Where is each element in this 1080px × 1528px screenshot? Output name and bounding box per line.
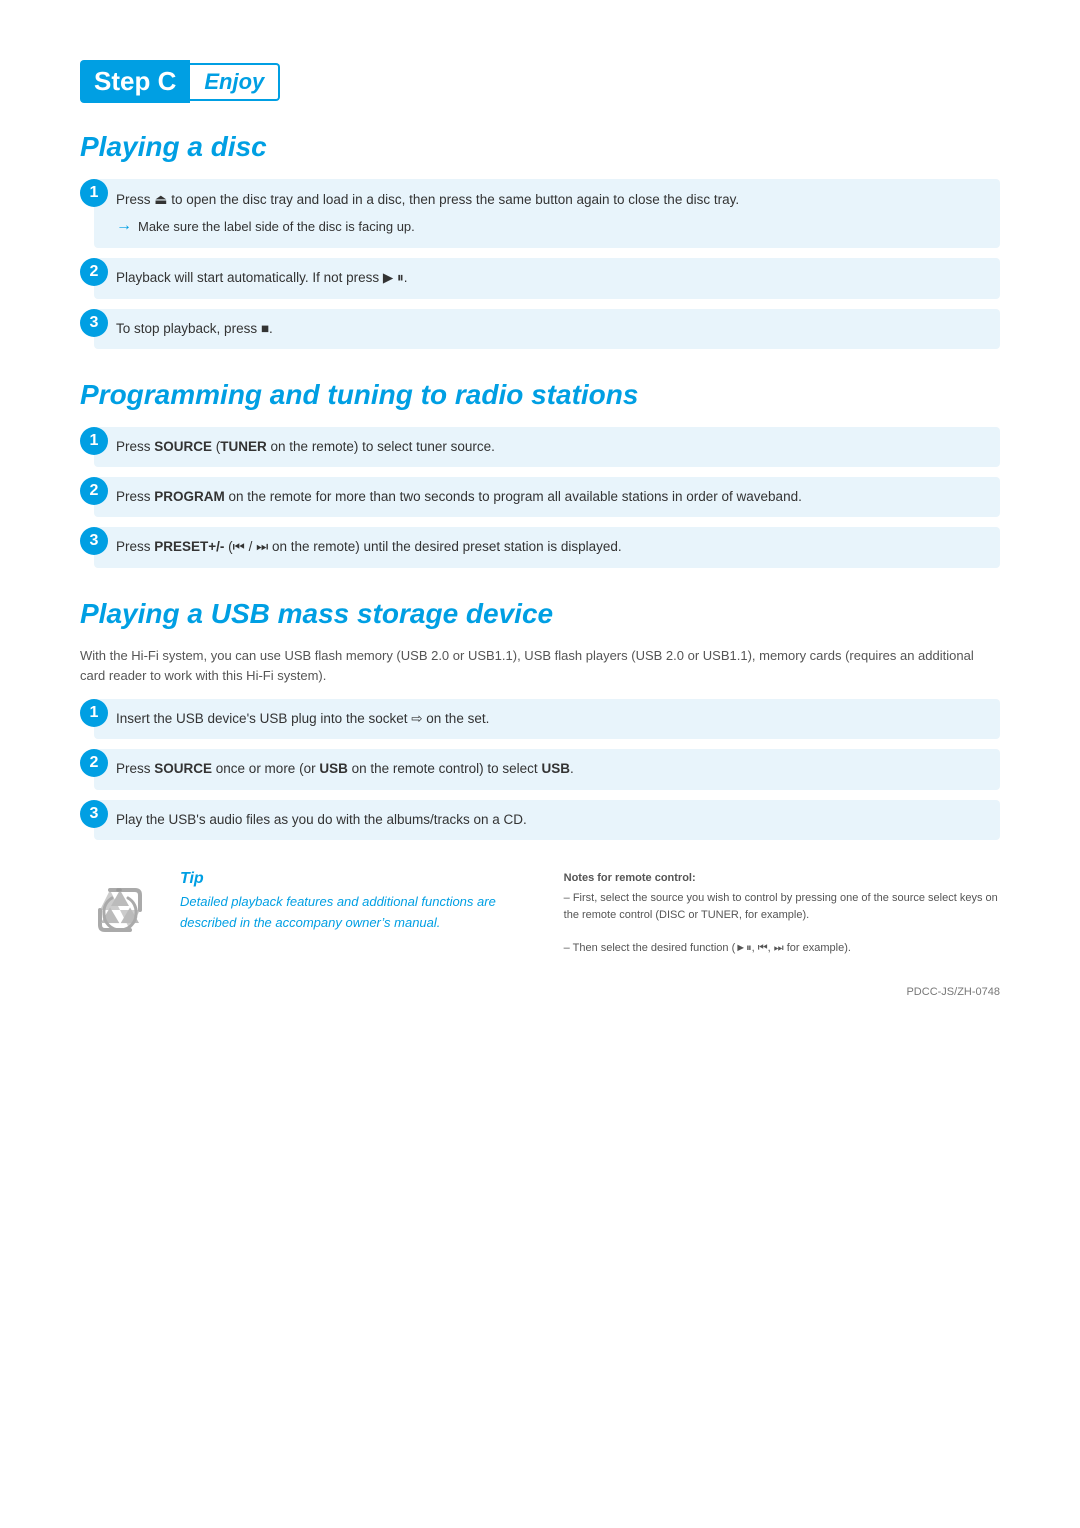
tip-notes-title: Notes for remote control: xyxy=(564,870,1000,887)
usb-section: Playing a USB mass storage device With t… xyxy=(80,598,1000,840)
disc-step2-text: Playback will start automatically. If no… xyxy=(116,270,407,285)
arrow-icon: → xyxy=(116,214,132,238)
prog-step-3: 3 Press PRESET+/- (⏮ / ⏭ on the remote) … xyxy=(80,527,1000,567)
tip-icon xyxy=(80,870,160,950)
programming-section: Programming and tuning to radio stations… xyxy=(80,379,1000,568)
tip-left-content: Tip Detailed playback features and addit… xyxy=(180,870,544,934)
playing-disc-title: Playing a disc xyxy=(80,131,1000,163)
tip-note1: – First, select the source you wish to c… xyxy=(564,890,1000,923)
usb-step-number-3: 3 xyxy=(80,800,108,828)
prog-step3-text: Press PRESET+/- (⏮ / ⏭ on the remote) un… xyxy=(116,539,622,554)
prog-step2-text: Press PROGRAM on the remote for more tha… xyxy=(116,489,802,504)
disc-step-3: 3 To stop playback, press ■. xyxy=(80,309,1000,349)
usb-step2-text: Press SOURCE once or more (or USB on the… xyxy=(116,761,574,776)
footer: PDCC-JS/ZH-0748 xyxy=(80,986,1000,998)
step-enjoy-label: Enjoy xyxy=(190,63,280,101)
usb-step3-text: Play the USB's audio files as you do wit… xyxy=(116,812,527,827)
usb-title: Playing a USB mass storage device xyxy=(80,598,1000,630)
disc-step1-note-text: Make sure the label side of the disc is … xyxy=(138,217,415,237)
tip-right-content: Notes for remote control: – First, selec… xyxy=(564,870,1000,957)
usb-step-2: 2 Press SOURCE once or more (or USB on t… xyxy=(80,749,1000,789)
usb-step1-text: Insert the USB device's USB plug into th… xyxy=(116,711,489,726)
usb-intro-text: With the Hi-Fi system, you can use USB f… xyxy=(80,646,1000,688)
tip-title: Tip xyxy=(180,870,544,888)
step-c-label: Step C xyxy=(80,60,190,103)
disc-step-2: 2 Playback will start automatically. If … xyxy=(80,258,1000,298)
footer-code: PDCC-JS/ZH-0748 xyxy=(906,986,1000,998)
usb-step-3: 3 Play the USB's audio files as you do w… xyxy=(80,800,1000,840)
disc-step1-note: → Make sure the label side of the disc i… xyxy=(116,214,986,238)
prog-step1-text: Press SOURCE (TUNER on the remote) to se… xyxy=(116,439,495,454)
prog-step-1: 1 Press SOURCE (TUNER on the remote) to … xyxy=(80,427,1000,467)
disc-step-number-3: 3 xyxy=(80,309,108,337)
disc-step-content-2: Playback will start automatically. If no… xyxy=(94,258,1000,298)
prog-step-number-1: 1 xyxy=(80,427,108,455)
disc-step3-text: To stop playback, press ■. xyxy=(116,321,273,336)
prog-step-content-3: Press PRESET+/- (⏮ / ⏭ on the remote) un… xyxy=(94,527,1000,567)
disc-step1-text: Press ⏏ to open the disc tray and load i… xyxy=(116,192,739,207)
disc-step-number-1: 1 xyxy=(80,179,108,207)
disc-step-content-3: To stop playback, press ■. xyxy=(94,309,1000,349)
usb-step-content-2: Press SOURCE once or more (or USB on the… xyxy=(94,749,1000,789)
usb-step-content-1: Insert the USB device's USB plug into th… xyxy=(94,699,1000,739)
usb-step-content-3: Play the USB's audio files as you do wit… xyxy=(94,800,1000,840)
usb-step-1: 1 Insert the USB device's USB plug into … xyxy=(80,699,1000,739)
playing-disc-section: Playing a disc 1 Press ⏏ to open the dis… xyxy=(80,131,1000,349)
prog-step-content-2: Press PROGRAM on the remote for more tha… xyxy=(94,477,1000,517)
prog-step-2: 2 Press PROGRAM on the remote for more t… xyxy=(80,477,1000,517)
programming-title: Programming and tuning to radio stations xyxy=(80,379,1000,411)
disc-step-1: 1 Press ⏏ to open the disc tray and load… xyxy=(80,179,1000,248)
prog-step-content-1: Press SOURCE (TUNER on the remote) to se… xyxy=(94,427,1000,467)
tip-note2: – Then select the desired function (►⏸, … xyxy=(564,940,1000,957)
tip-text: Detailed playback features and additiona… xyxy=(180,892,544,934)
tip-section: Tip Detailed playback features and addit… xyxy=(80,870,1000,957)
usb-step-number-1: 1 xyxy=(80,699,108,727)
disc-step-content-1: Press ⏏ to open the disc tray and load i… xyxy=(94,179,1000,248)
prog-step-number-2: 2 xyxy=(80,477,108,505)
step-header: Step C Enjoy xyxy=(80,60,1000,103)
